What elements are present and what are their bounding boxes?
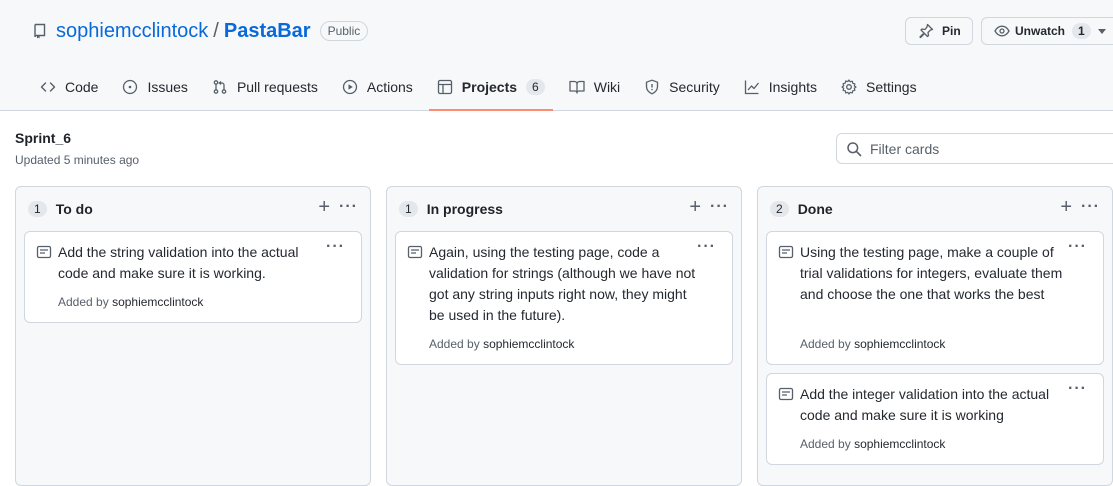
tab-label: Code	[65, 79, 99, 95]
add-card-icon[interactable]: +	[318, 197, 330, 217]
repo-title: sophiemcclintock / PastaBar Public	[32, 17, 369, 45]
filter-cards-input[interactable]	[870, 140, 1110, 157]
gear-icon	[841, 79, 857, 95]
tab-code[interactable]: Code	[32, 64, 106, 110]
tab-label: Wiki	[593, 79, 621, 95]
issue-icon	[123, 79, 138, 95]
added-by-label: Added by	[800, 337, 851, 351]
card-note-text: Again, using the testing page, code a va…	[429, 244, 696, 323]
column-name: Done	[797, 201, 833, 217]
tab-actions[interactable]: Actions	[334, 64, 421, 110]
card-author[interactable]: sophiemcclintock	[112, 295, 203, 309]
card-author[interactable]: sophiemcclintock	[483, 337, 574, 351]
note-card[interactable]: Add the string validation into the actua…	[24, 231, 362, 323]
repo-icon	[34, 23, 46, 39]
card-meta: Added by sophiemcclintock	[800, 437, 945, 451]
repo-owner-link[interactable]: sophiemcclintock	[56, 20, 208, 43]
note-icon	[407, 245, 423, 259]
card-note-text: Add the string validation into the actua…	[58, 244, 299, 281]
watch-count: 1	[1072, 23, 1091, 39]
card-meta: Added by sophiemcclintock	[429, 337, 574, 351]
tab-label: Issues	[147, 79, 188, 95]
unwatch-button[interactable]: Unwatch 1	[981, 17, 1113, 45]
tab-label: Security	[669, 79, 720, 95]
card-meta: Added by sophiemcclintock	[800, 337, 945, 351]
column-header: 1 To do	[28, 199, 93, 219]
tab-insights[interactable]: Insights	[736, 64, 825, 110]
pin-button[interactable]: Pin	[905, 17, 973, 45]
column-menu-icon[interactable]: ···	[1081, 197, 1100, 217]
play-icon	[342, 79, 358, 95]
tab-issues[interactable]: Issues	[114, 64, 195, 110]
tab-pull-requests[interactable]: Pull requests	[204, 64, 326, 110]
note-card[interactable]: Again, using the testing page, code a va…	[395, 231, 733, 365]
table-icon	[437, 79, 452, 95]
tab-wiki[interactable]: Wiki	[561, 64, 628, 110]
graph-icon	[744, 80, 759, 95]
repo-nav-tabs: Code Issues Pull requests Actions Projec…	[32, 64, 933, 111]
repo-name-link[interactable]: PastaBar	[224, 20, 311, 43]
tab-label: Actions	[366, 79, 413, 95]
added-by-label: Added by	[429, 337, 480, 351]
pin-label: Pin	[942, 24, 961, 38]
column-name: To do	[55, 201, 93, 217]
added-by-label: Added by	[800, 437, 851, 451]
pin-icon	[919, 23, 934, 39]
tab-label: Pull requests	[236, 79, 318, 95]
card-menu-icon[interactable]: ···	[1068, 380, 1087, 398]
pull-request-icon	[213, 80, 227, 94]
column-in-progress: 1 In progress + ··· Again, using the tes…	[386, 186, 742, 486]
eye-icon	[994, 25, 1010, 37]
filter-cards[interactable]	[836, 133, 1113, 164]
column-to-do: 1 To do + ··· Add the string validation …	[15, 186, 371, 486]
tab-label: Projects	[461, 79, 518, 95]
board-updated-time: Updated 5 minutes ago	[15, 153, 140, 167]
repo-separator: /	[213, 19, 219, 42]
tab-settings[interactable]: Settings	[833, 64, 925, 110]
add-card-icon[interactable]: +	[689, 197, 701, 217]
tab-label: Settings	[866, 79, 917, 95]
card-author[interactable]: sophiemcclintock	[854, 437, 945, 451]
card-menu-icon[interactable]: ···	[1068, 238, 1087, 256]
tab-count-badge: 6	[526, 79, 545, 95]
card-menu-icon[interactable]: ···	[326, 238, 345, 256]
tab-label: Insights	[768, 79, 817, 95]
note-card[interactable]: Using the testing page, make a couple of…	[766, 231, 1104, 365]
tab-projects[interactable]: Projects 6	[428, 64, 553, 111]
column-header: 1 In progress	[399, 199, 503, 219]
book-icon	[569, 80, 585, 94]
note-icon	[778, 245, 794, 259]
card-note-text: Using the testing page, make a couple of…	[800, 244, 1063, 302]
card-meta: Added by sophiemcclintock	[58, 295, 203, 309]
tab-security[interactable]: Security	[636, 64, 728, 110]
column-card-count: 1	[28, 201, 47, 217]
column-card-count: 1	[399, 201, 418, 217]
unwatch-label: Unwatch	[1015, 24, 1066, 38]
board-title: Sprint_6	[15, 130, 72, 146]
column-header: 2 Done	[770, 199, 833, 219]
note-card[interactable]: Add the integer validation into the actu…	[766, 373, 1104, 465]
column-menu-icon[interactable]: ···	[710, 197, 729, 217]
added-by-label: Added by	[58, 295, 109, 309]
column-name: In progress	[426, 201, 503, 217]
note-icon	[778, 387, 794, 401]
search-icon	[847, 141, 862, 156]
visibility-badge: Public	[319, 21, 369, 41]
code-icon	[40, 82, 56, 92]
shield-icon	[646, 79, 659, 95]
add-card-icon[interactable]: +	[1060, 197, 1072, 217]
note-icon	[36, 245, 52, 259]
column-card-count: 2	[770, 201, 789, 217]
column-done: 2 Done + ··· Using the testing page, mak…	[757, 186, 1113, 486]
repo-header: sophiemcclintock / PastaBar Public Pin U…	[0, 0, 1113, 111]
card-menu-icon[interactable]: ···	[697, 238, 716, 256]
card-author[interactable]: sophiemcclintock	[854, 337, 945, 351]
column-menu-icon[interactable]: ···	[339, 197, 358, 217]
card-note-text: Add the integer validation into the actu…	[800, 386, 1050, 423]
chevron-down-icon	[1097, 28, 1106, 34]
